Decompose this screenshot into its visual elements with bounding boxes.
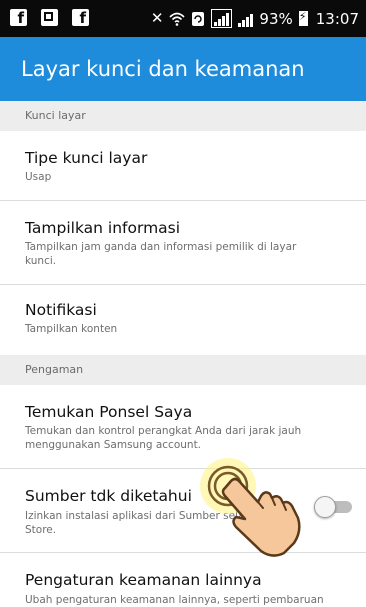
setting-title: Temukan Ponsel Saya [25, 403, 193, 421]
mute-icon: ✕ [150, 9, 164, 27]
notification-icons [10, 9, 89, 27]
setting-unknown-sources[interactable]: Sumber tdk diketahui Izinkan instalasi a… [0, 469, 366, 553]
signal-icon [211, 9, 233, 28]
unknown-sources-toggle[interactable] [314, 496, 352, 518]
setting-title: Tampilkan informasi [25, 219, 181, 237]
settings-list: Kunci layar Tipe kunci layar Usap Tampil… [0, 101, 366, 607]
section-header-security: Pengaman [0, 355, 366, 385]
setting-title: Notifikasi [25, 301, 97, 319]
status-bar: ✕ 93% 13:07 [0, 0, 366, 37]
setting-other-security[interactable]: Pengaturan keamanan lainnya Ubah pengatu… [0, 553, 366, 607]
app-bar: Layar kunci dan keamanan [0, 37, 366, 101]
setting-subtitle: Temukan dan kontrol perangkat Anda dari … [25, 425, 302, 451]
data-sync-icon [192, 11, 205, 26]
wifi-icon [169, 12, 185, 26]
setting-subtitle: Izinkan instalasi aplikasi dari Sumber s… [25, 510, 280, 536]
system-icons: ✕ 93% 13:07 [151, 9, 359, 28]
setting-find-my-mobile[interactable]: Temukan Ponsel Saya Temukan dan kontrol … [0, 385, 366, 469]
facebook-icon [72, 9, 89, 27]
setting-screen-lock-type[interactable]: Tipe kunci layar Usap [0, 131, 366, 201]
facebook-icon [10, 9, 27, 27]
setting-subtitle: Usap [25, 171, 52, 183]
setting-notifications[interactable]: Notifikasi Tampilkan konten [0, 285, 366, 355]
toggle-thumb [314, 496, 336, 518]
setting-title: Pengaturan keamanan lainnya [25, 571, 262, 589]
battery-percent: 93% [259, 9, 293, 28]
clock: 13:07 [315, 9, 359, 28]
setting-subtitle: Ubah pengaturan keamanan lainnya, sepert… [25, 594, 324, 606]
setting-subtitle: Tampilkan jam ganda dan informasi pemili… [25, 241, 297, 267]
setting-title: Tipe kunci layar [25, 149, 148, 167]
setting-title: Sumber tdk diketahui [25, 487, 192, 505]
page-title: Layar kunci dan keamanan [21, 57, 305, 81]
gallery-icon [41, 9, 58, 26]
battery-charging-icon [298, 10, 308, 26]
setting-subtitle: Tampilkan konten [25, 323, 118, 335]
setting-show-info[interactable]: Tampilkan informasi Tampilkan jam ganda … [0, 201, 366, 285]
signal-icon [238, 11, 254, 27]
section-header-lock-screen: Kunci layar [0, 101, 366, 131]
